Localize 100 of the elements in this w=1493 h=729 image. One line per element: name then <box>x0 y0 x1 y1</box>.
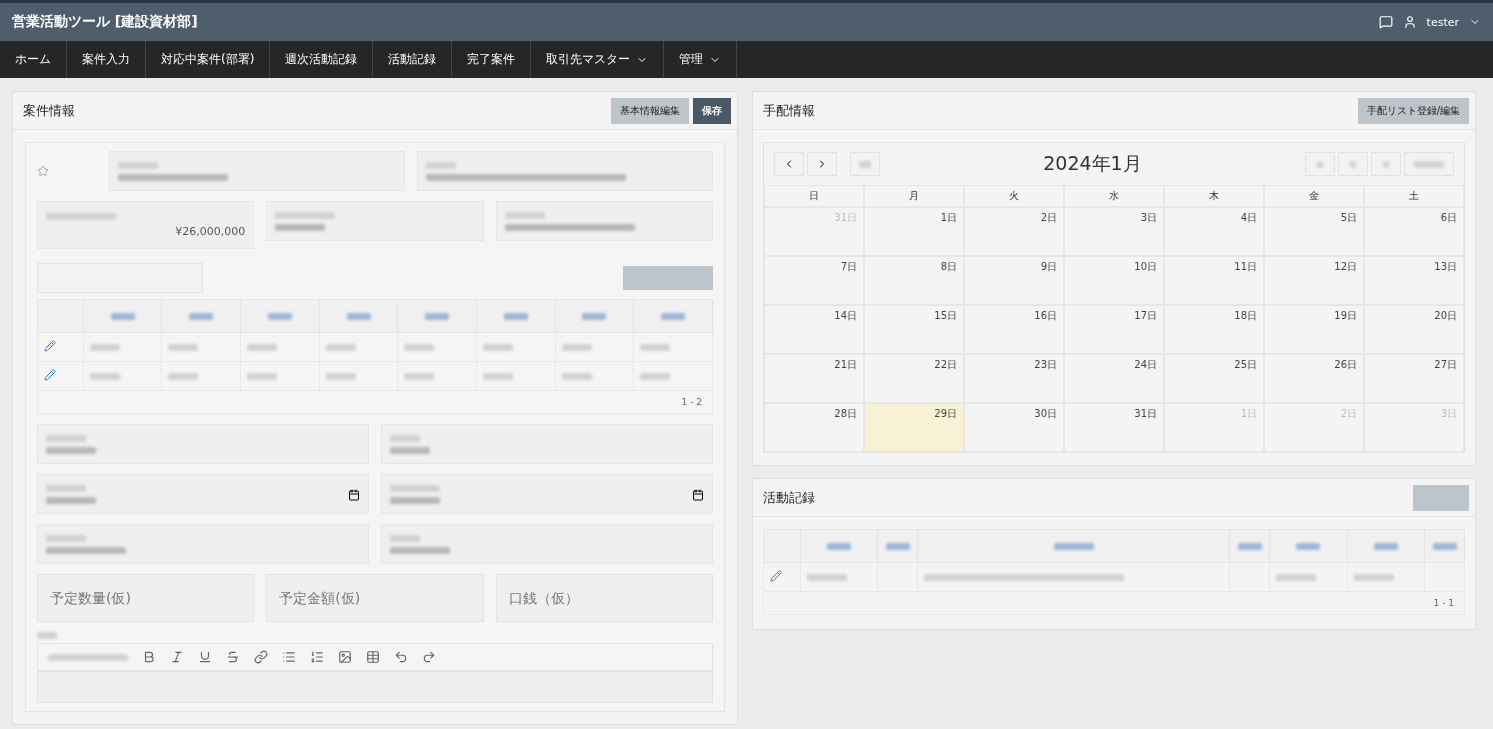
calendar-day[interactable]: 16日 <box>964 305 1064 354</box>
form-field[interactable] <box>381 474 713 514</box>
calendar-day[interactable]: 14日 <box>764 305 864 354</box>
nav-item[interactable]: 対応中案件(部署) <box>146 41 271 78</box>
underline-icon[interactable] <box>198 650 212 664</box>
edit-icon[interactable] <box>44 340 56 352</box>
table-button[interactable] <box>623 266 713 290</box>
next-button[interactable] <box>807 152 837 176</box>
estimate-field[interactable]: 口銭（仮） <box>495 574 713 622</box>
calendar-day[interactable]: 17日 <box>1064 305 1164 354</box>
blurred-text <box>1374 542 1398 550</box>
calendar-day[interactable]: 28日 <box>764 403 864 452</box>
nav-item[interactable]: ホーム <box>0 41 67 78</box>
today-button[interactable] <box>850 152 880 176</box>
calendar-day[interactable]: 1日 <box>864 207 964 256</box>
form-field[interactable] <box>37 474 369 514</box>
view-button[interactable] <box>1371 152 1401 176</box>
blurred-text <box>46 496 96 504</box>
form-field[interactable] <box>381 524 713 564</box>
nav-item[interactable]: 活動記録 <box>373 41 453 78</box>
chat-icon[interactable] <box>1378 15 1393 29</box>
form-field[interactable] <box>266 201 484 241</box>
calendar-day[interactable]: 23日 <box>964 354 1064 403</box>
previous-button[interactable] <box>774 152 804 176</box>
nav-item[interactable]: 案件入力 <box>67 41 146 78</box>
form-field[interactable] <box>109 151 405 191</box>
calendar-day[interactable]: 22日 <box>864 354 964 403</box>
estimate-field[interactable]: 予定数量(仮) <box>37 574 255 622</box>
blurred-text <box>1353 573 1394 581</box>
image-icon[interactable] <box>338 650 352 664</box>
amount-field[interactable]: ¥26,000,000 <box>37 201 255 249</box>
form-field[interactable] <box>37 424 369 464</box>
calendar-day[interactable]: 21日 <box>764 354 864 403</box>
calendar-day[interactable]: 25日 <box>1164 354 1264 403</box>
blurred-text <box>404 343 435 351</box>
panel-button[interactable]: 基本情報編集 <box>611 97 689 124</box>
view-button[interactable] <box>1338 152 1368 176</box>
blurred-text <box>1317 160 1323 168</box>
numbered-list-icon[interactable] <box>310 650 324 664</box>
italic-icon[interactable] <box>170 650 184 664</box>
form-field[interactable] <box>417 151 713 191</box>
blurred-text <box>1383 160 1389 168</box>
calendar-day[interactable]: 4日 <box>1164 207 1264 256</box>
calendar-day[interactable]: 2日 <box>964 207 1064 256</box>
calendar-icon[interactable] <box>692 489 704 501</box>
form-field[interactable] <box>495 201 713 241</box>
panel-button[interactable]: 保存 <box>693 97 731 124</box>
calendar-day[interactable]: 12日 <box>1264 256 1364 305</box>
estimate-field[interactable]: 予定金額(仮) <box>266 574 484 622</box>
edit-icon[interactable] <box>770 570 782 582</box>
blurred-text <box>325 343 356 351</box>
panel-button[interactable] <box>1413 484 1469 511</box>
blurred-text <box>46 446 96 454</box>
calendar-day[interactable]: 15日 <box>864 305 964 354</box>
calendar-day[interactable]: 10日 <box>1064 256 1164 305</box>
calendar-day[interactable]: 9日 <box>964 256 1064 305</box>
bold-icon[interactable] <box>142 650 156 664</box>
blurred-text <box>1296 542 1321 550</box>
calendar-icon[interactable] <box>348 489 360 501</box>
calendar-day[interactable]: 11日 <box>1164 256 1264 305</box>
panel-button[interactable]: 手配リスト登録/編集 <box>1357 97 1469 124</box>
calendar-day[interactable]: 7日 <box>764 256 864 305</box>
redo-icon[interactable] <box>422 650 436 664</box>
form-field[interactable] <box>381 424 713 464</box>
nav-item[interactable]: 管理 <box>664 41 738 78</box>
calendar-day[interactable]: 30日 <box>964 403 1064 452</box>
blurred-text <box>426 161 456 169</box>
calendar-day[interactable]: 18日 <box>1164 305 1264 354</box>
list-icon[interactable] <box>282 650 296 664</box>
calendar-day[interactable]: 31日 <box>1064 403 1164 452</box>
user-icon[interactable] <box>1402 15 1417 29</box>
view-button[interactable] <box>1305 152 1335 176</box>
blurred-text <box>168 343 199 351</box>
calendar-day[interactable]: 27日 <box>1364 354 1464 403</box>
calendar-day[interactable]: 6日 <box>1364 207 1464 256</box>
amount-value: ¥26,000,000 <box>175 224 246 238</box>
blurred-text <box>118 161 158 169</box>
calendar-day[interactable]: 24日 <box>1064 354 1164 403</box>
view-button[interactable] <box>1404 152 1454 176</box>
calendar-day[interactable]: 8日 <box>864 256 964 305</box>
nav-item[interactable]: 週次活動記録 <box>270 41 374 78</box>
user-name[interactable]: tester <box>1426 15 1459 29</box>
calendar-day[interactable]: 20日 <box>1364 305 1464 354</box>
table-icon[interactable] <box>366 650 380 664</box>
link-icon[interactable] <box>254 650 268 664</box>
blurred-text <box>1053 542 1094 550</box>
edit-icon[interactable] <box>44 369 56 381</box>
nav-item[interactable]: 完了案件 <box>452 41 532 78</box>
calendar-day[interactable]: 26日 <box>1264 354 1364 403</box>
nav-item[interactable]: 取引先マスター <box>531 41 665 78</box>
strikethrough-icon[interactable] <box>226 650 240 664</box>
calendar-day[interactable]: 29日 <box>864 403 964 452</box>
undo-icon[interactable] <box>394 650 408 664</box>
calendar-day[interactable]: 3日 <box>1064 207 1164 256</box>
calendar-day[interactable]: 5日 <box>1264 207 1364 256</box>
blurred-text <box>247 343 278 351</box>
star-icon[interactable] <box>37 165 49 177</box>
form-field[interactable] <box>37 524 369 564</box>
calendar-day[interactable]: 19日 <box>1264 305 1364 354</box>
calendar-day[interactable]: 13日 <box>1364 256 1464 305</box>
